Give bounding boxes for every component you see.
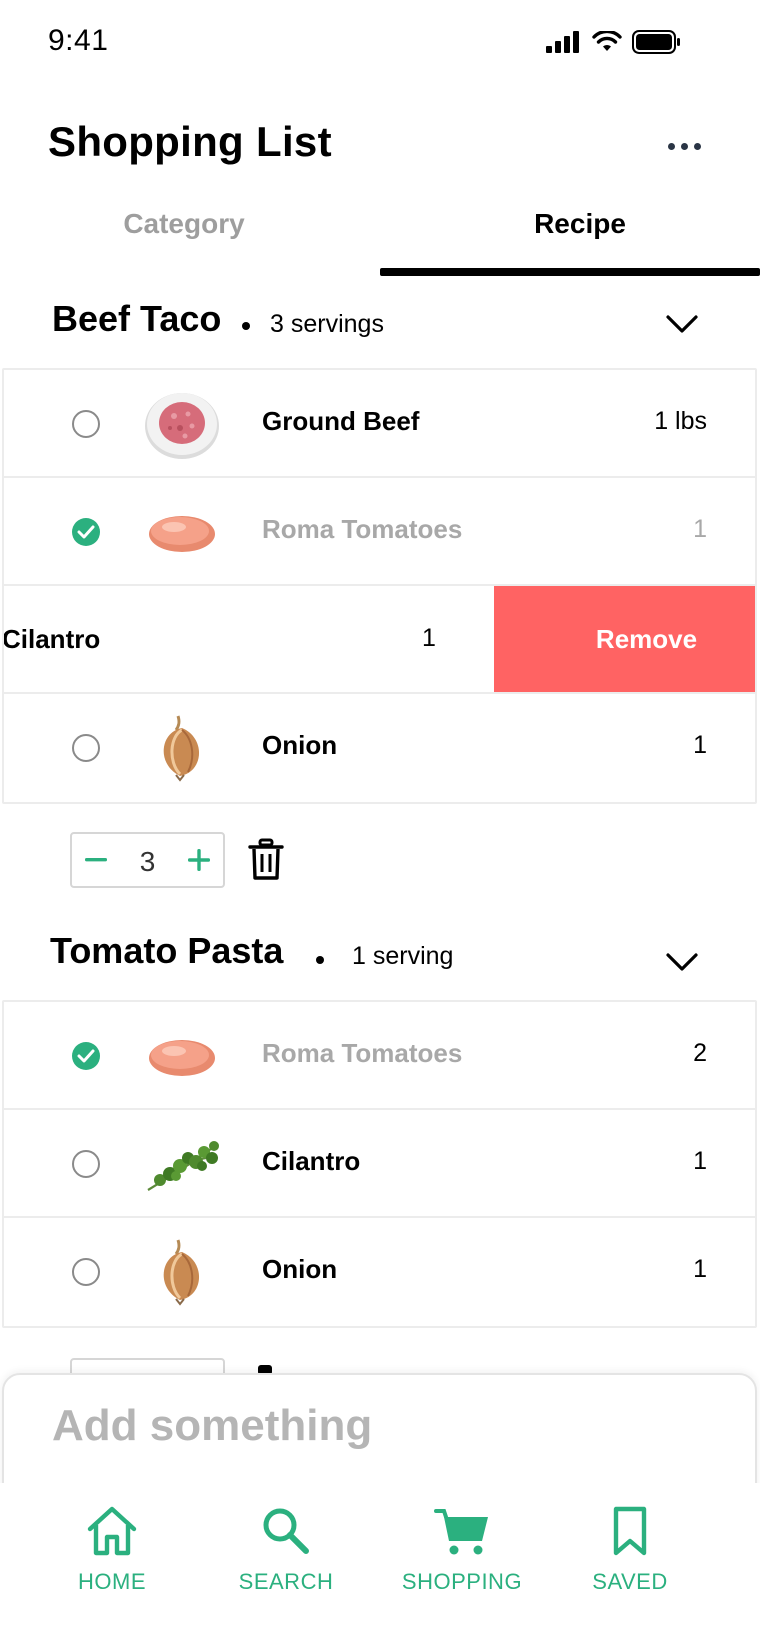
chevron-down-icon[interactable]	[664, 312, 700, 336]
ingredient-name: Onion	[262, 1254, 338, 1284]
recipe-name: Tomato Pasta	[50, 930, 284, 971]
tab-bar-label: SAVED	[592, 1569, 668, 1594]
bottom-tab-bar: HOME SEARCH SHOPPING SAVED	[0, 1483, 760, 1625]
checkbox[interactable]	[72, 410, 100, 438]
tomato-icon	[149, 516, 215, 552]
ingredient-quantity: 1	[693, 731, 707, 759]
cellular-signal-icon	[546, 31, 579, 53]
onion-icon	[163, 715, 200, 782]
tab-bar-label: SHOPPING	[401, 1569, 523, 1594]
status-bar: 9:41	[0, 0, 760, 92]
tab-bar-label: SEARCH	[238, 1569, 334, 1594]
wifi-icon	[592, 31, 622, 51]
recipe-name: Beef Taco	[52, 298, 222, 339]
page-title: Shopping List	[48, 118, 332, 165]
checkbox[interactable]	[72, 734, 100, 762]
more-dot-icon	[693, 142, 701, 150]
ingredient-name: Roma Tomatoes	[262, 514, 463, 544]
ingredient-name: Roma Tomatoes	[262, 1038, 463, 1068]
plus-icon	[188, 849, 210, 871]
onion-icon	[163, 1239, 200, 1306]
ingredient-quantity: 2	[693, 1039, 707, 1067]
battery-icon	[632, 30, 680, 54]
list-item-swiped[interactable]: Cilantro 1 Remove	[4, 586, 755, 694]
tomato-icon	[149, 1040, 215, 1076]
ingredient-list-beef-taco: Ground Beef 1 lbs Roma Tomatoes 1 Cilant…	[2, 368, 757, 804]
decrement-button[interactable]	[72, 834, 120, 886]
servings-stepper: 3	[70, 832, 225, 888]
ingredient-quantity: 1	[693, 1255, 707, 1283]
add-item-input[interactable]	[52, 1401, 692, 1451]
tab-recipe[interactable]: Recipe	[400, 208, 760, 240]
checkbox[interactable]	[72, 1258, 100, 1286]
tab-bar-shopping[interactable]: SHOPPING	[382, 1505, 542, 1595]
tab-bar-home[interactable]: HOME	[32, 1505, 192, 1595]
tab-bar-saved[interactable]: SAVED	[550, 1505, 710, 1595]
list-item[interactable]: Roma Tomatoes 1	[4, 478, 755, 586]
more-dot-icon	[680, 142, 688, 150]
list-item[interactable]: Onion 1	[4, 694, 755, 802]
ingredient-quantity: 1	[693, 1147, 707, 1175]
more-dot-icon	[667, 142, 675, 150]
status-icons	[546, 30, 680, 54]
search-icon	[263, 1508, 309, 1554]
ingredient-name: Cilantro	[4, 624, 101, 654]
bookmark-icon	[613, 1506, 647, 1556]
chevron-down-icon[interactable]	[664, 950, 700, 974]
minus-icon	[85, 858, 107, 862]
increment-button[interactable]	[175, 834, 223, 886]
cilantro-icon	[147, 1141, 219, 1191]
recipe-header-beef-taco[interactable]: Beef Taco 3 servings	[0, 290, 760, 350]
cart-icon	[434, 1509, 488, 1555]
separator-dot	[242, 322, 250, 330]
ingredient-list-tomato-pasta: Roma Tomatoes 2 Cilantro 1 Onion 1	[2, 1000, 757, 1328]
list-item[interactable]: Roma Tomatoes 2	[4, 1002, 755, 1110]
ingredient-quantity: 1 lbs	[654, 407, 707, 435]
checkbox-checked[interactable]	[72, 1042, 100, 1070]
recipe-servings: 3 servings	[270, 310, 384, 338]
ingredient-name: Cilantro	[262, 1146, 361, 1176]
tab-category[interactable]: Category	[4, 208, 364, 240]
stepper-value: 3	[139, 846, 156, 877]
checkbox-checked[interactable]	[72, 518, 100, 546]
view-tabs: Category Recipe	[0, 196, 760, 276]
checkmark-icon	[77, 525, 95, 539]
remove-button[interactable]: Remove	[494, 586, 755, 692]
ingredient-quantity: 1	[693, 515, 707, 543]
ingredient-quantity: 1	[422, 624, 436, 652]
tab-bar-search[interactable]: SEARCH	[206, 1505, 366, 1595]
active-tab-indicator	[380, 268, 760, 276]
checkbox[interactable]	[72, 1150, 100, 1178]
trash-icon[interactable]	[246, 838, 286, 882]
ingredient-name: Onion	[262, 730, 338, 760]
checkmark-icon	[77, 1049, 95, 1063]
list-item[interactable]: Onion 1	[4, 1218, 755, 1326]
list-item[interactable]: Cilantro 1	[4, 1110, 755, 1218]
ingredient-name: Ground Beef	[262, 406, 420, 436]
tab-bar-label: HOME	[78, 1569, 146, 1594]
recipe-servings: 1 serving	[352, 942, 454, 970]
ground-beef-icon	[145, 393, 219, 459]
status-time: 9:41	[48, 24, 109, 57]
separator-dot	[316, 956, 324, 964]
recipe-header-tomato-pasta[interactable]: Tomato Pasta 1 serving	[0, 920, 760, 980]
home-icon	[87, 1506, 137, 1556]
list-item[interactable]: Ground Beef 1 lbs	[4, 370, 755, 478]
more-options-button[interactable]	[660, 126, 708, 166]
